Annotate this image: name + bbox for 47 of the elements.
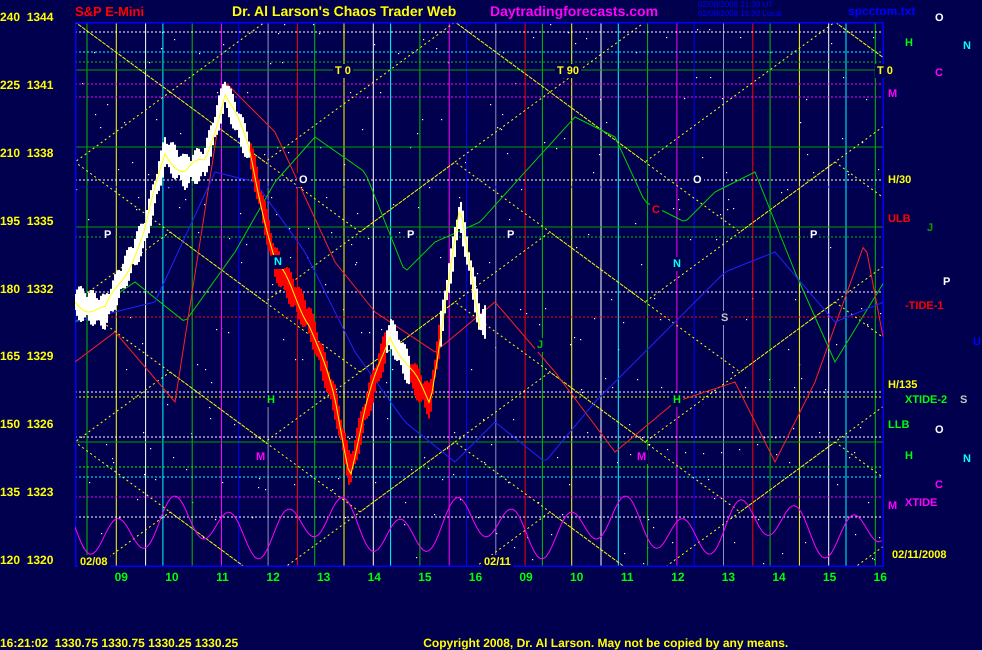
- axis-label: 180 1332: [0, 282, 54, 296]
- chart-label: S: [719, 311, 730, 325]
- hour-tick: 11: [215, 569, 230, 586]
- hour-tick: 10: [568, 569, 584, 586]
- timestamp-text: 02/08/2008 21:30 UT: [698, 0, 774, 9]
- axis-label: 120 1320: [0, 553, 54, 567]
- hour-tick: 15: [822, 569, 838, 586]
- hour-tick: 13: [316, 569, 332, 586]
- axis-label: 240 1344: [0, 10, 54, 24]
- hour-tick: 14: [366, 569, 382, 586]
- chart-label: J: [535, 338, 546, 352]
- quote-text: 16:21:02 1330.75 1330.75 1330.25 1330.25: [0, 636, 238, 650]
- chart-label: M: [635, 450, 648, 464]
- chart-label: 02/08: [78, 555, 110, 569]
- chart-label: T 0: [875, 64, 895, 78]
- hour-tick: 11: [620, 569, 635, 586]
- axis-label: 225 1341: [0, 78, 54, 92]
- chart-label: N: [272, 255, 284, 269]
- chart-label: O: [691, 173, 704, 187]
- chart-label: T 0: [333, 64, 353, 78]
- chart-label: T 90: [555, 64, 582, 78]
- axis-label: 150 1326: [0, 417, 54, 432]
- hour-tick: 12: [265, 569, 281, 586]
- hour-tick: 09: [114, 569, 129, 586]
- file-name: spcctom.txt: [848, 4, 916, 18]
- chart-label: O: [297, 173, 310, 187]
- symbol-title: S&P E-Mini: [75, 4, 144, 18]
- chart-label: N: [671, 257, 683, 271]
- axis-label: 165 1329: [0, 349, 54, 364]
- site-url: Daytradingforecasts.com: [490, 3, 658, 19]
- hour-tick: 12: [670, 569, 686, 586]
- hour-tick: 15: [417, 569, 433, 586]
- hour-tick: 14: [771, 569, 787, 586]
- axis-label: 195 1335: [0, 214, 54, 228]
- hour-tick: 16: [872, 569, 888, 586]
- axis-label: 135 1323: [0, 485, 54, 500]
- hour-tick: 13: [720, 569, 736, 586]
- axis-label: 210 1338: [0, 146, 54, 160]
- timestamp-text: 02/08/2008 16:30 Local: [698, 9, 783, 18]
- chart-label: H: [265, 393, 277, 407]
- site-title: Dr. Al Larson's Chaos Trader Web: [232, 3, 456, 19]
- chart-label: H: [671, 393, 683, 407]
- hour-tick: 10: [164, 569, 180, 586]
- hour-tick: 16: [468, 569, 484, 586]
- hour-tick: 09: [518, 569, 534, 586]
- copyright-text: Copyright 2008, Dr. Al Larson. May not be copied by any means.: [423, 636, 788, 650]
- chart-label: 02/11: [482, 555, 513, 569]
